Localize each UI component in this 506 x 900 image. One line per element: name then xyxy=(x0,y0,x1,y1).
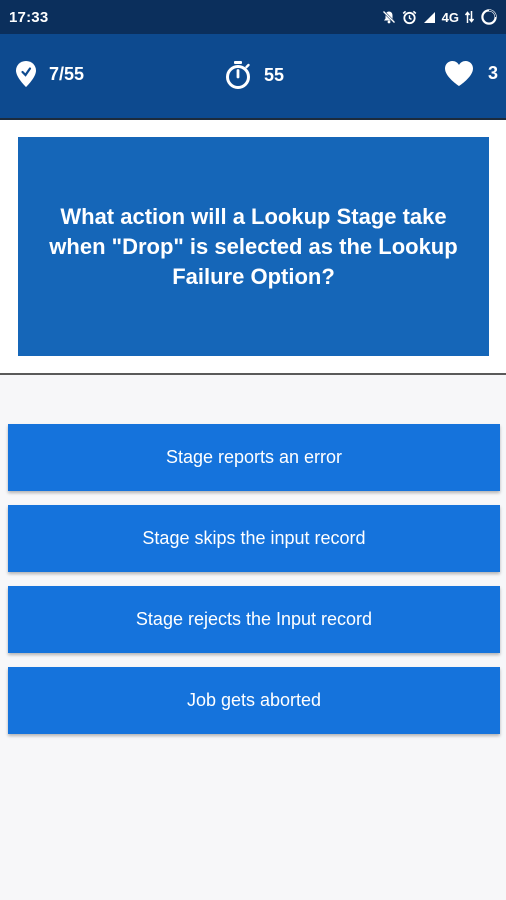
answer-option-4[interactable]: Job gets aborted xyxy=(8,667,500,734)
network-label: 4G xyxy=(441,9,459,25)
signal-icon xyxy=(465,10,474,24)
lives-indicator: 3 xyxy=(444,60,498,87)
location-pin-icon xyxy=(15,60,37,88)
answer-option-3[interactable]: Stage rejects the Input record xyxy=(8,586,500,653)
answer-list: Stage reports an error Stage skips the i… xyxy=(8,424,500,748)
status-time: 17:33 xyxy=(9,8,49,26)
status-icons: 4G xyxy=(382,8,498,26)
quiz-header: 7/55 55 3 xyxy=(0,34,506,120)
question-text: What action will a Lookup Stage take whe… xyxy=(49,203,458,289)
answer-option-1[interactable]: Stage reports an error xyxy=(8,424,500,491)
progress-indicator: 7/55 xyxy=(15,60,84,88)
alarm-icon xyxy=(402,10,417,25)
heart-icon xyxy=(444,60,474,87)
battery-icon xyxy=(480,8,498,26)
signal-icon xyxy=(423,11,436,24)
timer-count: 55 xyxy=(264,64,285,85)
question-card: What action will a Lookup Stage take whe… xyxy=(18,137,489,356)
stopwatch-icon xyxy=(224,60,252,90)
lives-count: 3 xyxy=(487,63,498,83)
status-bar: 17:33 4G xyxy=(0,0,506,34)
mute-icon xyxy=(382,10,396,24)
timer-indicator: 55 xyxy=(224,60,284,90)
progress-count: 7/55 xyxy=(49,63,85,84)
answer-option-2[interactable]: Stage skips the input record xyxy=(8,505,500,572)
